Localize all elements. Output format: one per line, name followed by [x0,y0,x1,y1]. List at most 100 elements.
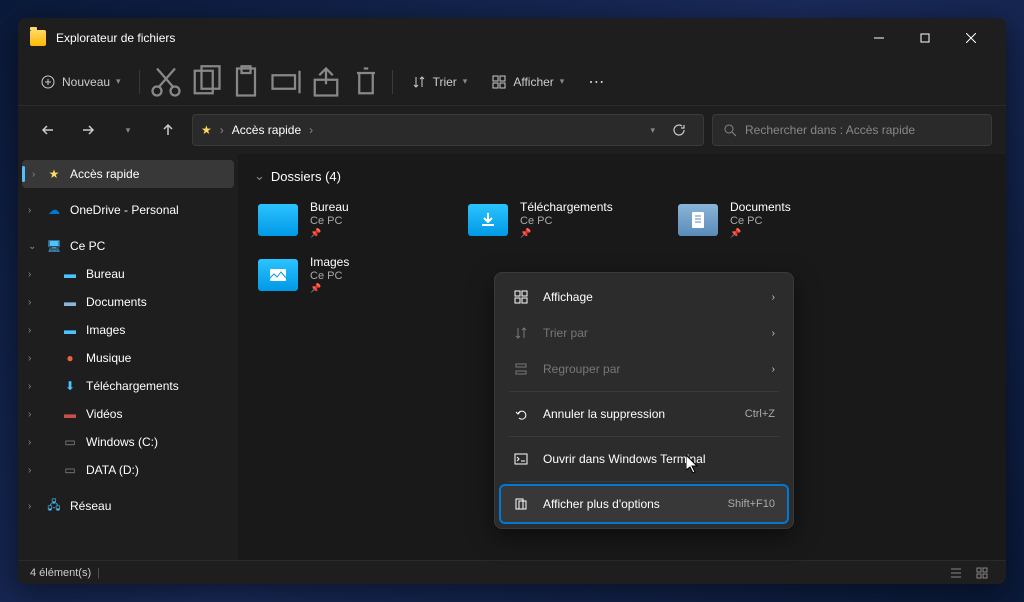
network-icon: 🖧 [46,498,62,514]
search-icon [723,123,737,137]
sidebar-item-network[interactable]: › 🖧 Réseau [18,492,238,520]
chevron-right-icon: › [28,409,31,420]
chevron-right-icon: › [220,123,224,137]
ctx-shortcut: Shift+F10 [728,498,775,510]
nav-row: ▾ ★ › Accès rapide › ▾ Rechercher dans :… [18,106,1006,154]
chevron-right-icon: › [309,123,313,137]
ctx-label: Afficher plus d'options [543,497,714,511]
sidebar-label: Windows (C:) [86,435,158,449]
pin-icon: 📌 [310,283,349,294]
folder-name: Bureau [310,200,349,214]
ctx-label: Regrouper par [543,362,775,376]
chevron-down-icon: ▾ [116,76,121,87]
item-count: 4 élément(s) [30,567,91,579]
chevron-right-icon: › [28,325,31,336]
more-icon [513,496,529,512]
chevron-right-icon: › [28,501,31,512]
ctx-shortcut: Ctrl+Z [745,408,775,420]
close-button[interactable] [948,22,994,54]
pin-icon: 📌 [520,228,613,239]
sidebar-label: Réseau [70,499,111,513]
sidebar-item-data-d[interactable]: › ▭ DATA (D:) [18,456,238,484]
share-button[interactable] [308,66,344,98]
new-button[interactable]: Nouveau ▾ [30,66,131,98]
music-icon: ● [62,350,78,366]
toolbar: Nouveau ▾ Trier ▾ Afficher ▾ ⋯ [18,58,1006,106]
folder-downloads[interactable]: Téléchargements Ce PC 📌 [464,196,634,243]
chevron-right-icon: › [28,205,31,216]
context-menu: Affichage › Trier par › Regrouper par › … [494,272,794,529]
sidebar-item-documents[interactable]: › ▬ Documents [18,288,238,316]
ctx-group-by[interactable]: Regrouper par › [501,351,787,387]
breadcrumb-location[interactable]: Accès rapide [232,123,301,137]
chevron-down-icon[interactable]: ▾ [650,125,655,136]
window-title: Explorateur de fichiers [56,31,856,45]
folder-desktop[interactable]: Bureau Ce PC 📌 [254,196,424,243]
ctx-view[interactable]: Affichage › [501,279,787,315]
chevron-down-icon: ▾ [560,76,565,87]
details-view-button[interactable] [944,564,968,582]
breadcrumb[interactable]: ★ › Accès rapide › ▾ [192,114,704,146]
sidebar-item-onedrive[interactable]: › ☁ OneDrive - Personal [18,196,238,224]
ctx-sort-by[interactable]: Trier par › [501,315,787,351]
chevron-right-icon: › [772,292,775,303]
folder-name: Téléchargements [520,200,613,214]
folder-documents[interactable]: Documents Ce PC 📌 [674,196,844,243]
search-placeholder: Rechercher dans : Accès rapide [745,123,915,137]
star-icon: ★ [46,166,62,182]
forward-button[interactable] [72,114,104,146]
ctx-label: Ouvrir dans Windows Terminal [543,452,775,466]
group-icon [513,361,529,377]
ctx-terminal[interactable]: Ouvrir dans Windows Terminal [501,441,787,477]
terminal-icon [513,451,529,467]
refresh-button[interactable] [663,123,695,137]
recent-button[interactable]: ▾ [112,114,144,146]
sidebar-item-this-pc[interactable]: ⌄ 🖥 Ce PC [18,232,238,260]
folder-icon: ▬ [62,266,78,282]
sort-icon [513,325,529,341]
video-icon: ▬ [62,406,78,422]
sidebar-item-music[interactable]: › ● Musique [18,344,238,372]
copy-button[interactable] [188,66,224,98]
sidebar-item-images[interactable]: › ▬ Images [18,316,238,344]
more-button[interactable]: ⋯ [578,66,614,98]
view-button[interactable]: Afficher ▾ [481,66,574,98]
ctx-undo[interactable]: Annuler la suppression Ctrl+Z [501,396,787,432]
folder-location: Ce PC [310,215,349,227]
section-header[interactable]: ⌄ Dossiers (4) [254,162,990,196]
sidebar-item-windows-c[interactable]: › ▭ Windows (C:) [18,428,238,456]
sidebar-label: Téléchargements [86,379,179,393]
folder-icon: ▬ [62,322,78,338]
drive-icon: ▭ [62,434,78,450]
sidebar-item-videos[interactable]: › ▬ Vidéos [18,400,238,428]
sidebar: › ★ Accès rapide › ☁ OneDrive - Personal… [18,154,238,560]
chevron-right-icon: › [28,465,31,476]
sidebar-label: Musique [86,351,131,365]
search-input[interactable]: Rechercher dans : Accès rapide [712,114,992,146]
sidebar-item-desktop[interactable]: › ▬ Bureau [18,260,238,288]
sidebar-item-quick-access[interactable]: › ★ Accès rapide [22,160,234,188]
ctx-label: Affichage [543,290,775,304]
maximize-button[interactable] [902,22,948,54]
folder-location: Ce PC [310,270,349,282]
folder-images[interactable]: Images Ce PC 📌 [254,251,424,298]
thumbnails-view-button[interactable] [970,564,994,582]
ctx-label: Trier par [543,326,775,340]
downloads-icon [468,204,508,236]
cut-button[interactable] [148,66,184,98]
up-button[interactable] [152,114,184,146]
sort-button[interactable]: Trier ▾ [401,66,478,98]
download-icon: ⬇ [62,378,78,394]
grid-icon [513,289,529,305]
new-label: Nouveau [62,75,110,89]
delete-button[interactable] [348,66,384,98]
chevron-right-icon: › [772,328,775,339]
ctx-more-options[interactable]: Afficher plus d'options Shift+F10 [501,486,787,522]
paste-button[interactable] [228,66,264,98]
documents-icon [678,204,718,236]
rename-button[interactable] [268,66,304,98]
sidebar-item-downloads[interactable]: › ⬇ Téléchargements [18,372,238,400]
minimize-button[interactable] [856,22,902,54]
back-button[interactable] [32,114,64,146]
star-icon: ★ [201,123,212,137]
